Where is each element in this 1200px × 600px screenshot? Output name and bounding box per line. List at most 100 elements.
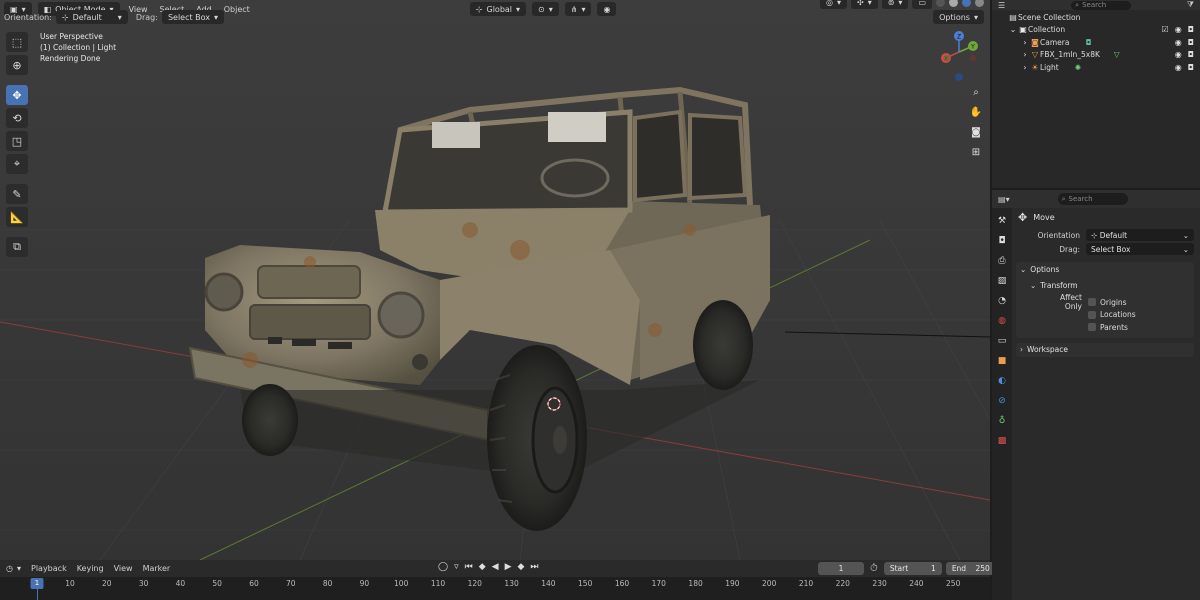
pan-button[interactable]: ✋ [968, 104, 984, 120]
overlay-toggle[interactable]: ⊚ ▾ [881, 0, 909, 9]
playhead[interactable]: 1 [30, 578, 44, 589]
properties-editor-type[interactable]: ▤▾ [998, 195, 1010, 204]
zoom-button[interactable]: ⌕ [968, 84, 984, 100]
tab-constraints[interactable]: ⊘ [995, 394, 1009, 408]
camera-view-button[interactable]: ◙ [968, 124, 984, 140]
select-box-tool[interactable]: ⬚ [6, 32, 28, 52]
outliner-search[interactable]: ⌕ Search [1071, 0, 1132, 10]
next-keyframe-button[interactable]: ◆ [517, 562, 524, 572]
timeline-tick-label: 210 [798, 579, 814, 588]
shading-solid[interactable] [949, 0, 958, 7]
locations-checkbox[interactable] [1088, 310, 1096, 319]
render-camera-icon[interactable]: ◘ [1188, 25, 1194, 34]
outliner-item-light[interactable]: › ☀ Light ✺ ◉ ◘ [992, 61, 1200, 74]
add-cube-tool[interactable]: ⧉ [6, 237, 28, 257]
snap-toggle[interactable]: ⋔ ▾ [564, 2, 592, 16]
eye-icon[interactable]: ◉ [1175, 38, 1182, 47]
timeline-tick-label: 180 [688, 579, 703, 588]
timeline-tick-label: 220 [835, 579, 850, 588]
tab-collection[interactable]: ▭ [995, 334, 1009, 348]
menu-keying[interactable]: Keying [77, 564, 104, 573]
viewport-display-toggles: ◎ ▾ ✣ ▾ ⊚ ▾ ▭ [820, 0, 984, 9]
shading-wireframe[interactable] [936, 0, 945, 7]
outliner-editor-type[interactable]: ☰ [998, 1, 1005, 10]
jump-end-button[interactable]: ⏭ [530, 562, 538, 572]
tab-texture[interactable]: ▩ [995, 434, 1009, 448]
exclude-checkbox[interactable]: ☑ [1162, 25, 1169, 34]
tool-settings-bar: Orientation: ⊹ Default ▾ Drag: Select Box ▾ [4, 10, 225, 24]
cursor-tool[interactable]: ⊕ [6, 55, 28, 75]
transform-tool[interactable]: ⌖ [6, 154, 28, 174]
annotate-tool[interactable]: ✎ [6, 184, 28, 204]
jump-start-button[interactable]: ⏮ [465, 562, 473, 572]
tab-view-layer[interactable]: ▨ [995, 274, 1009, 288]
start-frame-field[interactable]: Start 1 [883, 562, 942, 575]
world-icon: ◍ [998, 316, 1006, 326]
options-panel-header[interactable]: ⌄ Options [1016, 262, 1194, 276]
tab-render[interactable]: ◘ [995, 234, 1009, 248]
collection-row[interactable]: ⌄ ▣ Collection ☑ ◉ ◘ [992, 24, 1200, 37]
menu-timeline-view[interactable]: View [114, 564, 133, 573]
search-icon: ⌕ [1075, 0, 1080, 9]
rotate-tool[interactable]: ⟲ [6, 108, 28, 128]
proportional-edit-toggle[interactable]: ◉ [597, 2, 617, 16]
move-tool[interactable]: ✥ [6, 85, 28, 105]
shading-material[interactable] [962, 0, 971, 7]
play-button[interactable]: ▶ [505, 562, 512, 572]
tab-output[interactable]: ⎙ [995, 254, 1009, 268]
axes-icon: ⊹ [61, 12, 69, 22]
visibility-toggle[interactable]: ◎ ▾ [820, 0, 847, 9]
eye-icon[interactable]: ◉ [1175, 50, 1182, 59]
gizmo-toggle[interactable]: ✣ ▾ [851, 0, 878, 9]
play-reverse-button[interactable]: ◀ [492, 562, 499, 572]
keyframe-type[interactable]: ▿ [454, 562, 459, 572]
render-camera-icon[interactable]: ◘ [1188, 38, 1194, 47]
xray-toggle[interactable]: ▭ [912, 0, 932, 9]
ortho-toggle-button[interactable]: ⊞ [968, 144, 984, 160]
orientation-dropdown[interactable]: ⊹ Default ⌄ [1086, 229, 1194, 241]
stopwatch-icon[interactable]: ⏱ [870, 563, 878, 574]
active-tool-title: ✥ Move [1018, 210, 1055, 224]
outliner-item-camera[interactable]: › ◙ Camera ◘ ◉ ◘ [992, 36, 1200, 49]
render-camera-icon[interactable]: ◘ [1188, 50, 1194, 59]
drag-selector[interactable]: Select Box ▾ [161, 10, 225, 24]
affect-only-parents: Parents [1016, 321, 1194, 334]
timeline-editor-type[interactable]: ◷ ▾ [6, 562, 21, 576]
parents-checkbox[interactable] [1088, 323, 1096, 332]
menu-marker[interactable]: Marker [143, 564, 171, 573]
auto-key-button[interactable]: ◯ [438, 562, 448, 572]
eye-icon[interactable]: ◉ [1175, 25, 1182, 34]
scale-tool[interactable]: ◳ [6, 131, 28, 151]
orientation-selector[interactable]: ⊹ Default ▾ [55, 10, 128, 24]
menu-playback[interactable]: Playback [31, 564, 67, 573]
shading-rendered[interactable] [975, 0, 984, 7]
eye-icon[interactable]: ◉ [1175, 63, 1182, 72]
tab-physics[interactable]: ◐ [995, 374, 1009, 388]
3d-viewport[interactable]: ▣ ▾ ◧ Object Mode ▾ View Select Add Object … [0, 0, 990, 560]
tab-world[interactable]: ◍ [995, 314, 1009, 328]
navigation-gizmo[interactable]: Z Y X [935, 28, 985, 88]
transform-subpanel-header[interactable]: ⌄ Transform [1016, 278, 1194, 292]
outliner-item-mesh[interactable]: › ▽ FBX_1mln_5x8K ▽ ◉ ◘ [992, 49, 1200, 62]
render-camera-icon[interactable]: ◘ [1188, 63, 1194, 72]
timeline-ruler[interactable]: 1 10 20 30 40 50 60 70 80 90 100 110 120 130 140 150 16… [0, 577, 990, 600]
chevron-down-icon: ⌄ [1009, 25, 1017, 35]
filter-icon[interactable]: ⧩ [1187, 0, 1194, 10]
drag-dropdown[interactable]: Select Box ⌄ [1086, 243, 1194, 255]
workspace-panel-header[interactable]: › Workspace [1016, 343, 1194, 357]
prev-keyframe-button[interactable]: ◆ [479, 562, 486, 572]
tab-scene[interactable]: ◔ [995, 294, 1009, 308]
origins-checkbox[interactable] [1088, 298, 1096, 307]
current-frame-field[interactable]: 1 [818, 562, 864, 575]
measure-tool[interactable]: 📐 [6, 207, 28, 227]
tab-object-data[interactable]: ♁ [995, 414, 1009, 428]
properties-search[interactable]: ⌕ Search [1057, 193, 1128, 205]
end-frame-field[interactable]: End 250 [945, 562, 996, 575]
scene-collection-row[interactable]: ▤ Scene Collection [992, 11, 1200, 24]
menu-object[interactable]: Object [224, 5, 250, 14]
tab-tool[interactable]: ⚒ [995, 214, 1009, 228]
pivot-point-selector[interactable]: ⊙ ▾ [532, 2, 559, 16]
options-dropdown[interactable]: Options ▾ [933, 10, 984, 24]
tab-object[interactable]: ■ [995, 354, 1009, 368]
transform-orientation-selector[interactable]: ⊹ Global ▾ [469, 2, 527, 16]
